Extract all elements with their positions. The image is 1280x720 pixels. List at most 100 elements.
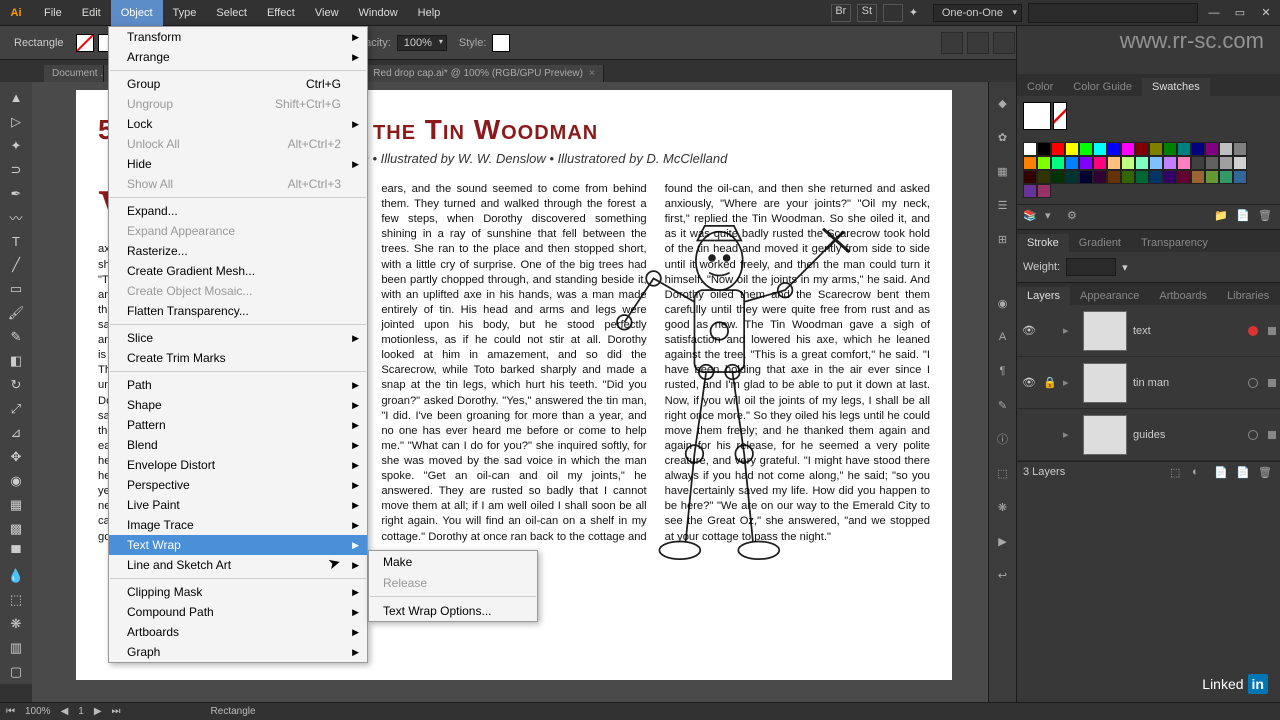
dock-icon-1[interactable]: ◆: [992, 92, 1014, 114]
gradient-tool-icon[interactable]: ▀: [4, 542, 28, 564]
swatch[interactable]: [1093, 142, 1107, 156]
dock-icon-12[interactable]: ❋: [992, 496, 1014, 518]
swatches-grid[interactable]: [1017, 136, 1280, 204]
make-clip-icon[interactable]: ◐: [1192, 466, 1208, 482]
panel-tab-artboards[interactable]: Artboards: [1149, 287, 1217, 305]
nav-prev-icon[interactable]: ◀: [61, 706, 69, 717]
swatch[interactable]: [1191, 156, 1205, 170]
swatch[interactable]: [1037, 170, 1051, 184]
swatch[interactable]: [1065, 156, 1079, 170]
panel-tab-gradient[interactable]: Gradient: [1069, 234, 1131, 252]
menu-item-clipping-mask[interactable]: Clipping Mask▶: [109, 582, 367, 602]
panel-tab-color[interactable]: Color: [1017, 78, 1063, 96]
swatch[interactable]: [1037, 156, 1051, 170]
panel-tab-swatches[interactable]: Swatches: [1142, 78, 1210, 96]
swatch[interactable]: [1107, 170, 1121, 184]
swatch[interactable]: [1023, 156, 1037, 170]
arrange-icon[interactable]: [883, 4, 903, 22]
menu-item-rasterize-[interactable]: Rasterize...: [109, 241, 367, 261]
fill-proxy[interactable]: [1023, 102, 1051, 130]
panel-tab-appearance[interactable]: Appearance: [1070, 287, 1149, 305]
swatch[interactable]: [1135, 142, 1149, 156]
menu-item-hide[interactable]: Hide▶: [109, 154, 367, 174]
target-icon[interactable]: [1248, 430, 1258, 440]
swatch[interactable]: [1023, 184, 1037, 198]
panel-tab-color-guide[interactable]: Color Guide: [1063, 78, 1142, 96]
menu-item-text-wrap[interactable]: Text Wrap▶: [109, 535, 367, 555]
menu-item-artboards[interactable]: Artboards▶: [109, 622, 367, 642]
swatch[interactable]: [1037, 184, 1051, 198]
swatch[interactable]: [1051, 156, 1065, 170]
target-icon[interactable]: [1248, 378, 1258, 388]
lock-icon[interactable]: 🔒: [1043, 376, 1057, 389]
document-tab-2[interactable]: Red drop cap.ai* @ 100% (RGB/GPU Preview…: [365, 65, 604, 82]
swatch[interactable]: [1205, 142, 1219, 156]
menu-item-envelope-distort[interactable]: Envelope Distort▶: [109, 455, 367, 475]
stock-icon[interactable]: St: [857, 4, 877, 22]
swatch[interactable]: [1219, 142, 1233, 156]
swatch[interactable]: [1079, 156, 1093, 170]
panel-tab-stroke[interactable]: Stroke: [1017, 234, 1069, 252]
swatch[interactable]: [1233, 156, 1247, 170]
dock-icon-13[interactable]: ▶: [992, 530, 1014, 552]
swatch[interactable]: [1107, 142, 1121, 156]
menu-file[interactable]: File: [34, 0, 72, 26]
menu-edit[interactable]: Edit: [72, 0, 111, 26]
swatch[interactable]: [1065, 170, 1079, 184]
swatch[interactable]: [1219, 156, 1233, 170]
menu-type[interactable]: Type: [163, 0, 207, 26]
new-group-icon[interactable]: 📁: [1214, 209, 1230, 225]
new-sublayer-icon[interactable]: 📄: [1214, 466, 1230, 482]
menu-object[interactable]: Object: [111, 0, 163, 26]
lasso-tool-icon[interactable]: ⊃: [4, 159, 28, 181]
disclosure-icon[interactable]: ▸: [1063, 376, 1077, 389]
fill-swatch[interactable]: [76, 34, 94, 52]
free-transform-tool-icon[interactable]: ✥: [4, 446, 28, 468]
delete-layer-icon[interactable]: 🗑: [1258, 466, 1274, 482]
dock-icon-4[interactable]: ☰: [992, 194, 1014, 216]
disclosure-icon[interactable]: ▸: [1063, 428, 1077, 441]
shape-builder-tool-icon[interactable]: ◉: [4, 470, 28, 492]
swatch[interactable]: [1107, 156, 1121, 170]
swatch[interactable]: [1051, 142, 1065, 156]
menu-window[interactable]: Window: [349, 0, 408, 26]
panel-tab-transparency[interactable]: Transparency: [1131, 234, 1218, 252]
swatch-libraries-icon[interactable]: 📚: [1023, 209, 1039, 225]
menu-item-group[interactable]: GroupCtrl+G: [109, 74, 367, 94]
swatch[interactable]: [1079, 142, 1093, 156]
magic-wand-tool-icon[interactable]: ✦: [4, 135, 28, 157]
tab-close-icon[interactable]: ×: [589, 68, 595, 79]
swatch[interactable]: [1023, 170, 1037, 184]
swatch[interactable]: [1065, 142, 1079, 156]
workspace-dropdown[interactable]: One-on-One: [933, 4, 1022, 22]
swatch[interactable]: [1149, 170, 1163, 184]
menu-item-image-trace[interactable]: Image Trace▶: [109, 515, 367, 535]
panel-tab-libraries[interactable]: Libraries: [1217, 287, 1279, 305]
paintbrush-tool-icon[interactable]: 🖌: [4, 302, 28, 324]
minimize-button[interactable]: —: [1204, 7, 1224, 19]
menu-item-graph[interactable]: Graph▶: [109, 642, 367, 662]
dock-icon-10[interactable]: ⓘ: [992, 428, 1014, 450]
menu-item-pattern[interactable]: Pattern▶: [109, 415, 367, 435]
swatch[interactable]: [1233, 142, 1247, 156]
swatch[interactable]: [1135, 156, 1149, 170]
swatch[interactable]: [1121, 142, 1135, 156]
submenu-item-text-wrap-options-[interactable]: Text Wrap Options...: [369, 600, 537, 621]
swatch[interactable]: [1023, 142, 1037, 156]
menu-item-path[interactable]: Path▶: [109, 375, 367, 395]
menu-item-arrange[interactable]: Arrange▶: [109, 47, 367, 67]
opacity-field[interactable]: 100%: [397, 35, 447, 51]
graph-tool-icon[interactable]: ▥: [4, 637, 28, 659]
blend-tool-icon[interactable]: ⬚: [4, 589, 28, 611]
align-icon-3[interactable]: [993, 32, 1015, 54]
locate-layer-icon[interactable]: ⬚: [1170, 466, 1186, 482]
submenu-item-make[interactable]: Make: [369, 551, 537, 572]
nav-last-icon[interactable]: ⏭: [112, 706, 121, 717]
swatch[interactable]: [1163, 170, 1177, 184]
visibility-icon[interactable]: 👁: [1021, 376, 1037, 389]
rotate-tool-icon[interactable]: ↻: [4, 374, 28, 396]
swatch[interactable]: [1093, 170, 1107, 184]
menu-effect[interactable]: Effect: [257, 0, 305, 26]
swatch[interactable]: [1051, 170, 1065, 184]
symbol-sprayer-tool-icon[interactable]: ❋: [4, 613, 28, 635]
